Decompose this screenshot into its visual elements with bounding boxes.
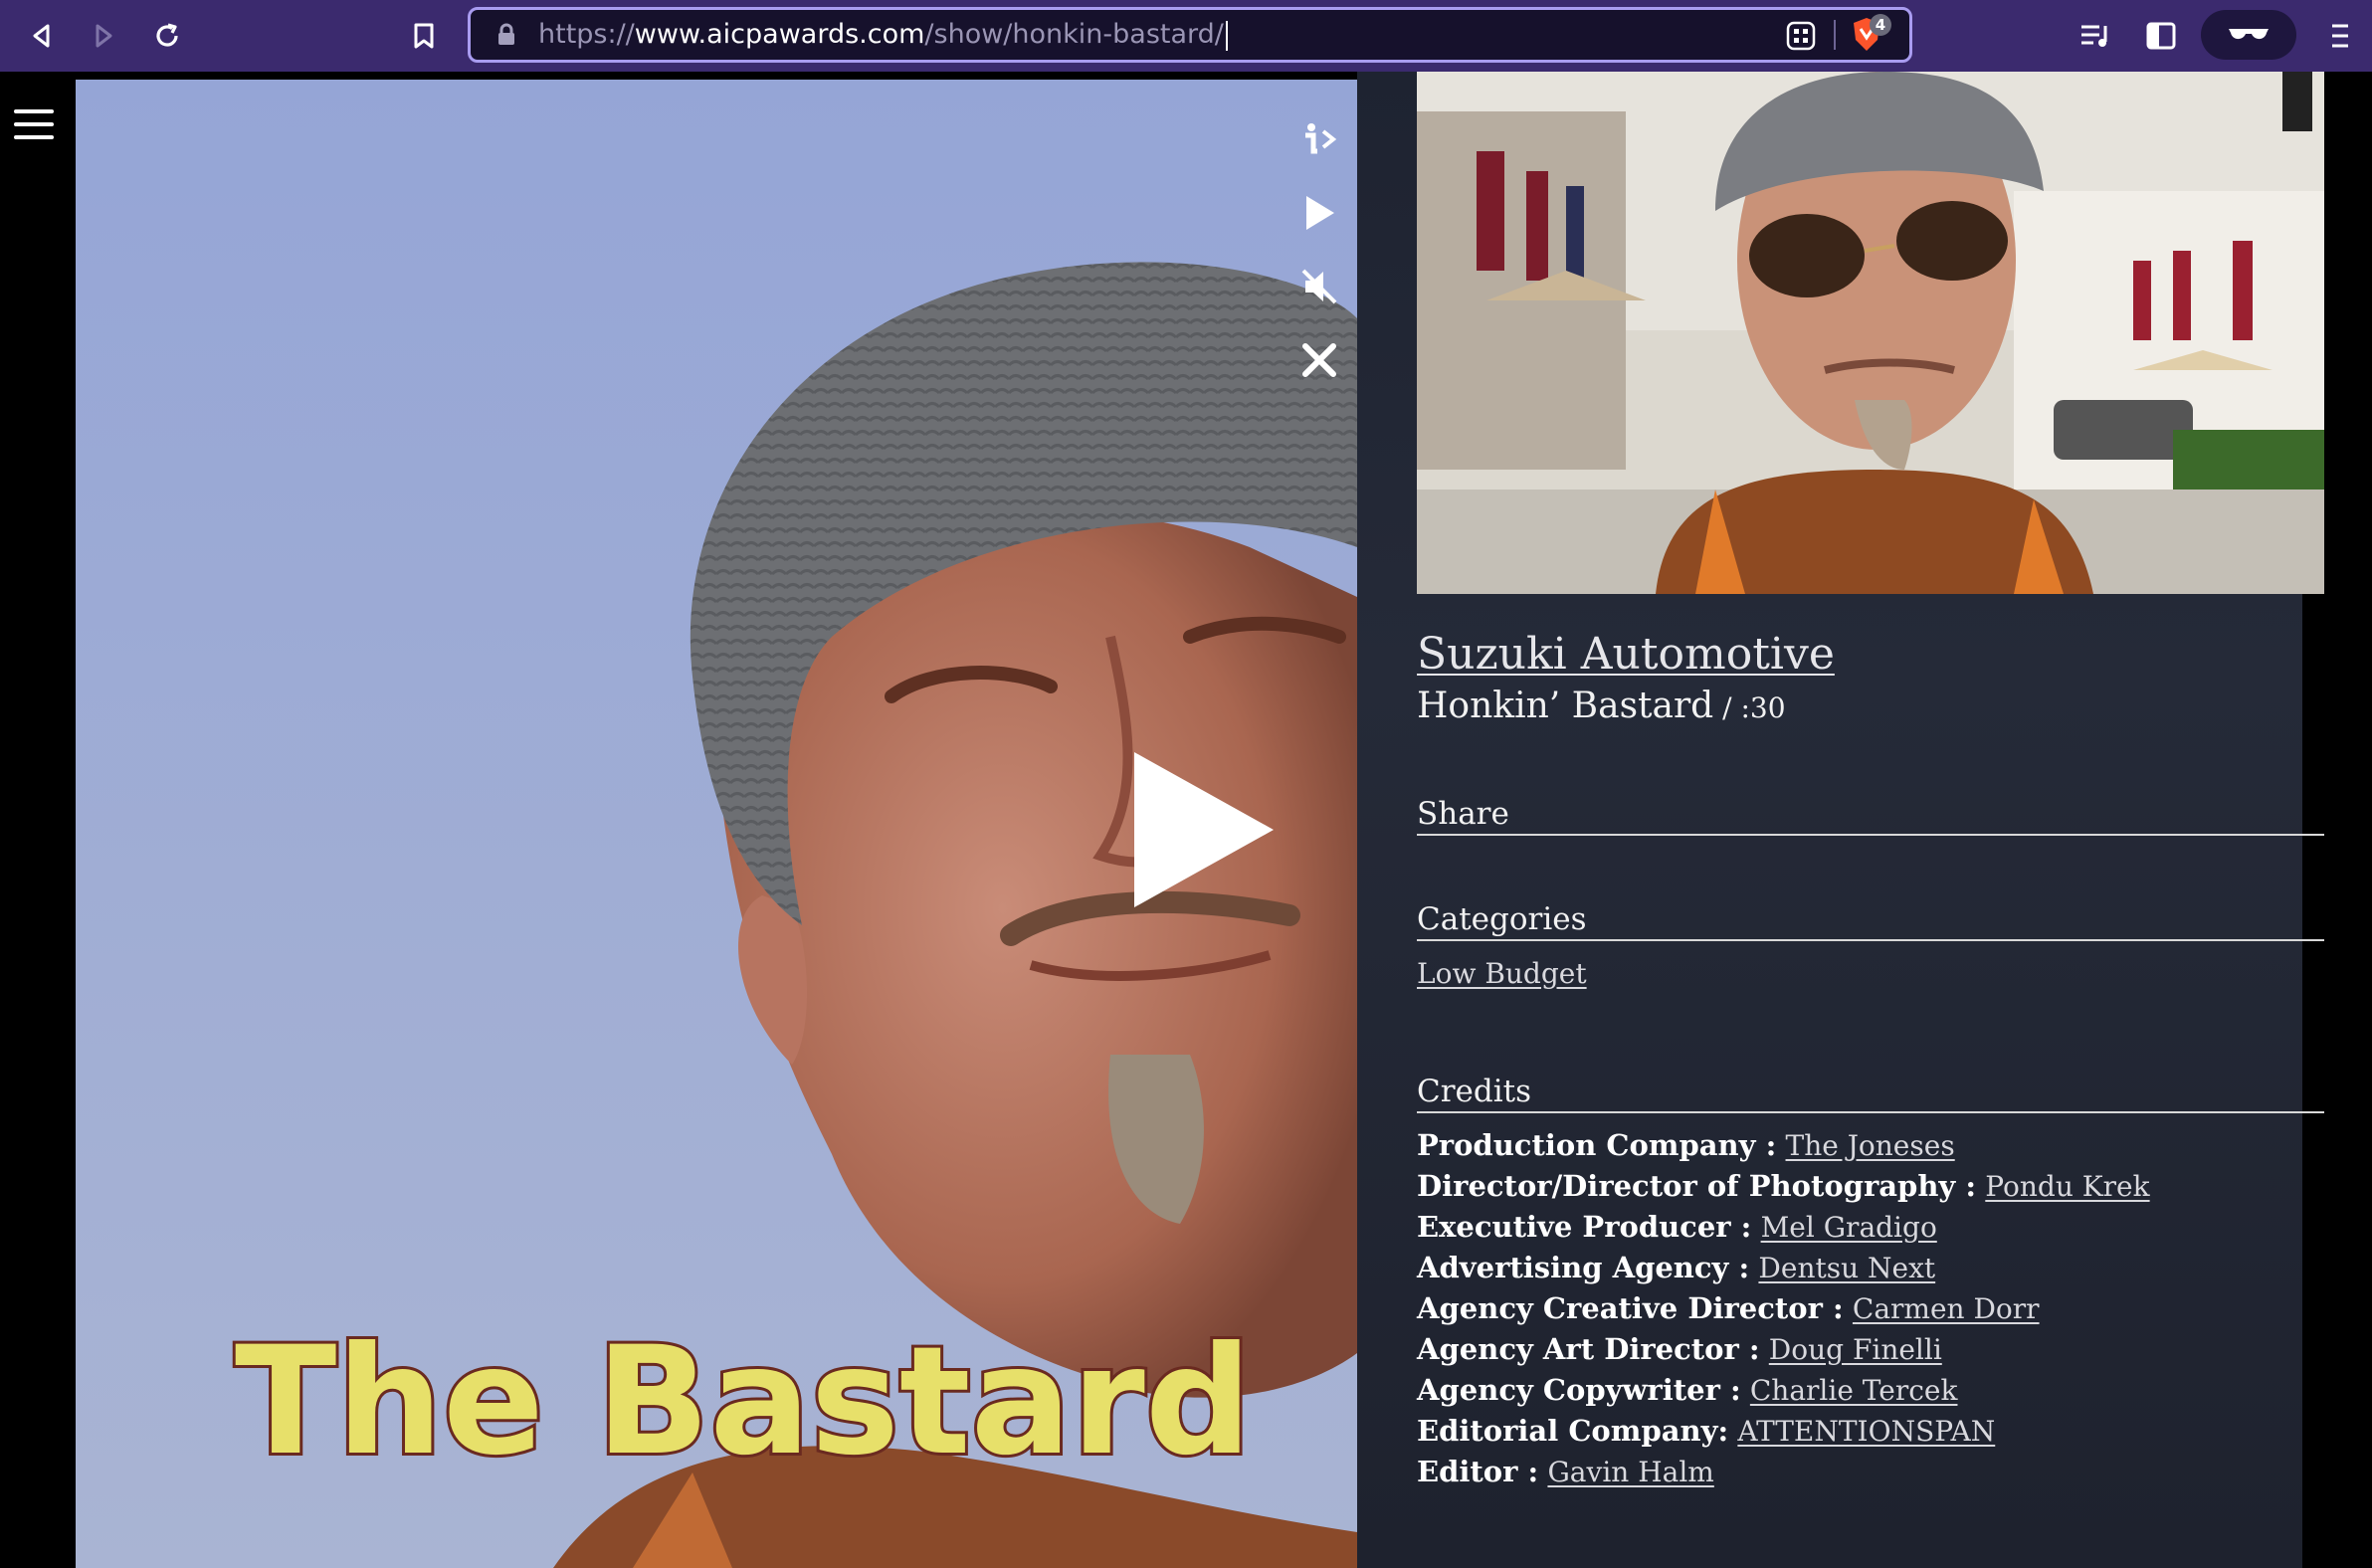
credit-role: Advertising Agency : (1417, 1251, 1750, 1284)
credit-row: Director/Director of Photography : Pondu… (1417, 1166, 2324, 1207)
close-button[interactable] (1289, 330, 1349, 390)
credit-name-link[interactable]: Pondu Krek (1985, 1170, 2149, 1203)
credit-row: Production Company : The Joneses (1417, 1125, 2324, 1166)
address-bar[interactable]: https://www.aicpawards.com/show/honkin-b… (468, 7, 1912, 63)
mute-icon (1301, 269, 1337, 304)
bookmark-icon (414, 23, 434, 49)
lock-icon (498, 23, 514, 45)
playlist-icon (2081, 25, 2107, 47)
hamburger-icon[interactable] (14, 109, 54, 141)
credit-name-link[interactable]: Mel Gradigo (1761, 1211, 1937, 1244)
credit-row: Agency Copywriter : Charlie Tercek (1417, 1370, 2324, 1411)
browser-toolbar: https://www.aicpawards.com/show/honkin-b… (0, 0, 2372, 72)
spot-info: Suzuki Automotive Honkin’ Bastard / :30 … (1417, 629, 2324, 1492)
player-controls (1289, 109, 1349, 404)
private-glasses-icon (2229, 29, 2269, 40)
credit-name-link[interactable]: Charlie Tercek (1750, 1374, 1958, 1407)
video-player[interactable]: The Bastard (76, 80, 1357, 1568)
credit-role: Agency Copywriter : (1417, 1373, 1741, 1407)
credit-role: Editor : (1417, 1455, 1539, 1488)
credit-name-link[interactable]: ATTENTIONSPAN (1737, 1415, 1995, 1448)
credit-name-link[interactable]: Carmen Dorr (1853, 1292, 2040, 1325)
credit-row: Editorial Company: ATTENTIONSPAN (1417, 1411, 2324, 1452)
credit-row: Executive Producer : Mel Gradigo (1417, 1207, 2324, 1248)
mute-button[interactable] (1289, 257, 1349, 316)
reload-icon (156, 23, 178, 47)
client-link[interactable]: Suzuki Automotive (1417, 629, 1835, 680)
category-list: Low Budget (1417, 957, 2324, 990)
url-text: https://www.aicpawards.com/show/honkin-b… (538, 10, 1228, 60)
brave-shields-button[interactable]: 4 (1850, 14, 1891, 56)
credit-name-link[interactable]: Dentsu Next (1758, 1252, 1935, 1284)
credit-role: Agency Creative Director : (1417, 1291, 1844, 1325)
browser-menu-button[interactable] (2318, 14, 2362, 58)
url-path: /show/honkin-bastard/ (924, 19, 1224, 50)
credit-role: Executive Producer : (1417, 1210, 1752, 1244)
thumbnail-image (1417, 72, 2324, 594)
spot-title: Honkin’ Bastard (1417, 686, 1714, 726)
categories-heading: Categories (1417, 901, 2324, 941)
credit-name-link[interactable]: The Joneses (1786, 1129, 1955, 1162)
play-button-small[interactable] (1289, 183, 1349, 243)
bookmark-button[interactable] (402, 14, 446, 58)
private-window-badge[interactable] (2201, 10, 2296, 60)
url-prefix: https:// (538, 19, 635, 50)
forward-icon (96, 24, 112, 48)
category-link[interactable]: Low Budget (1417, 957, 1587, 990)
share-heading: Share (1417, 796, 2324, 836)
forward-button[interactable] (82, 14, 125, 58)
credit-role: Production Company : (1417, 1128, 1777, 1162)
spot-title-line: Honkin’ Bastard / :30 (1417, 686, 2324, 726)
credit-role: Director/Director of Photography : (1417, 1169, 1977, 1203)
credit-row: Agency Creative Director : Carmen Dorr (1417, 1288, 2324, 1329)
shields-badge: 4 (1870, 14, 1891, 36)
playlist-button[interactable] (2074, 14, 2117, 58)
spot-duration: / :30 (1713, 691, 1786, 724)
play-icon (1134, 752, 1274, 907)
play-icon (1306, 196, 1334, 230)
sidebar-button[interactable] (2139, 14, 2183, 58)
credit-row: Editor : Gavin Halm (1417, 1452, 2324, 1492)
video-caption: The Bastard (235, 1315, 1252, 1488)
credit-row: Advertising Agency : Dentsu Next (1417, 1248, 2324, 1288)
info-button[interactable] (1289, 109, 1349, 169)
close-icon (1302, 343, 1336, 377)
credit-role: Editorial Company: (1417, 1414, 1729, 1448)
credit-row: Agency Art Director : Doug Finelli (1417, 1329, 2324, 1370)
reload-button[interactable] (145, 14, 189, 58)
credit-name-link[interactable]: Gavin Halm (1547, 1456, 1713, 1488)
page: The Bastard Suzuki Automotive Honkin’ Ba… (0, 72, 2372, 1568)
menu-icon (2332, 24, 2348, 48)
qr-icon[interactable] (1786, 21, 1816, 51)
back-icon (33, 24, 50, 48)
url-domain: www.aicpawards.com (634, 19, 925, 50)
info-icon (1305, 123, 1337, 154)
credit-name-link[interactable]: Doug Finelli (1769, 1333, 1942, 1366)
back-button[interactable] (20, 14, 64, 58)
credit-role: Agency Art Director : (1417, 1332, 1760, 1366)
spot-thumbnail[interactable] (1417, 72, 2324, 594)
sidebar-icon (2146, 22, 2176, 50)
big-play-button[interactable] (1128, 748, 1278, 911)
credits-heading: Credits (1417, 1074, 2324, 1113)
credits-list: Production Company : The Joneses Director… (1417, 1125, 2324, 1492)
